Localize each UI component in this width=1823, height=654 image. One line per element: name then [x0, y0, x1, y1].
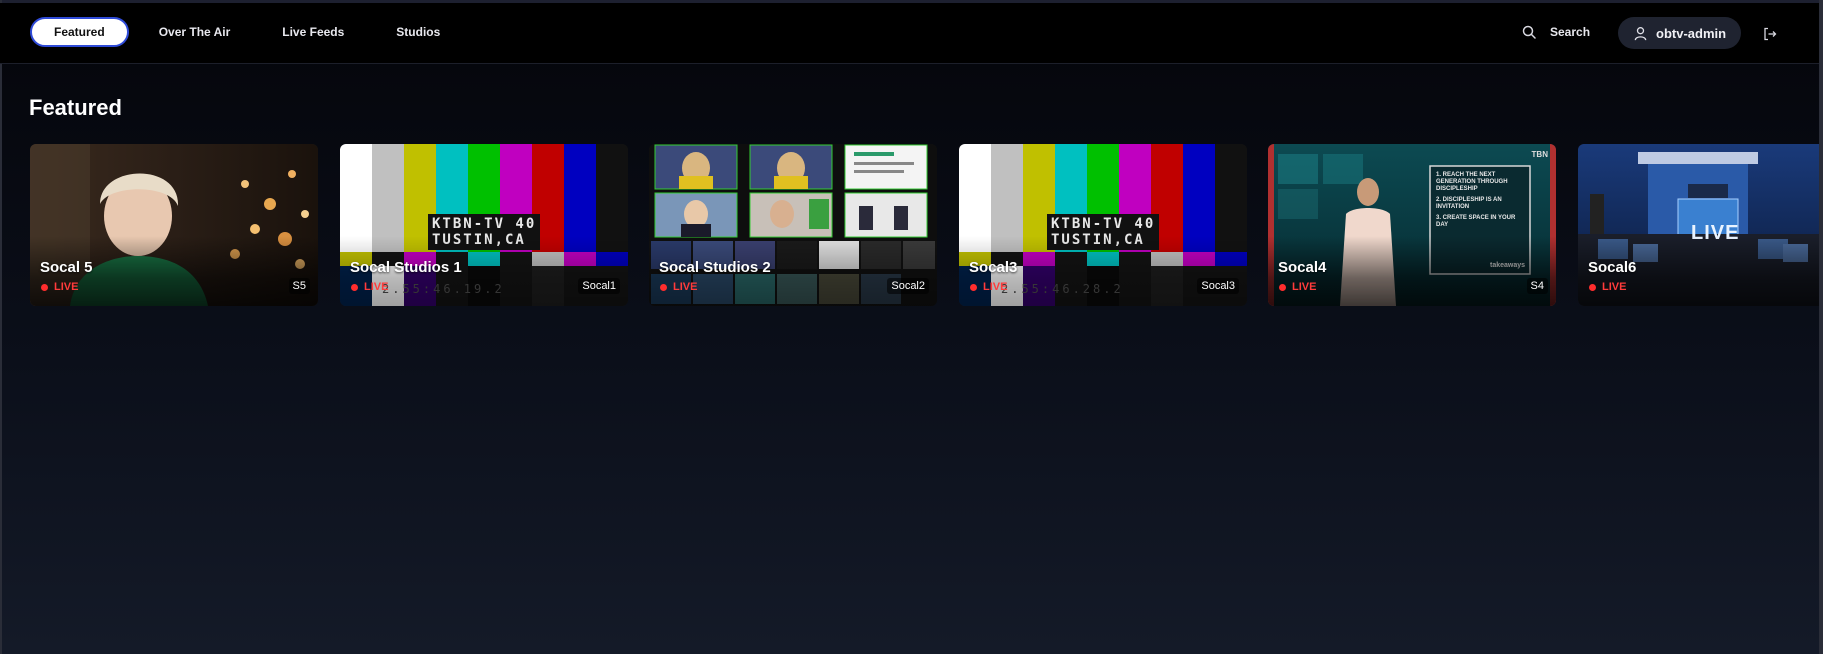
channel-card-socal3[interactable]: KTBN-TV 40TUSTIN,CA 2.55:46.28.2 Socal3 … [959, 144, 1247, 306]
channel-card-socal4[interactable]: 1. REACH THE NEXT GENERATION THROUGH DIS… [1268, 144, 1556, 306]
live-badge: LIVE [351, 281, 388, 293]
section-title: Featured [29, 95, 122, 120]
live-dot-icon [351, 283, 358, 291]
channel-code: S4 [1526, 278, 1548, 294]
card-title: Socal4 [1278, 259, 1327, 276]
channel-code: Socal3 [1197, 278, 1239, 294]
tab-live-feeds[interactable]: Live Feeds [260, 17, 366, 47]
live-dot-icon [970, 283, 977, 291]
channel-card-socal-studios-2[interactable]: Socal Studios 2 LIVE Socal2 [649, 144, 937, 306]
search-icon [1522, 25, 1536, 39]
user-icon [1634, 26, 1647, 40]
search-label: Search [1550, 25, 1591, 39]
logout-button[interactable] [1763, 27, 1777, 46]
user-menu-button[interactable]: obtv-admin [1618, 17, 1741, 49]
live-badge: LIVE [41, 281, 78, 293]
channel-code: S5 [288, 278, 310, 294]
logout-icon [1764, 27, 1777, 41]
channel-code: Socal2 [887, 278, 929, 294]
live-badge: LIVE [970, 281, 1007, 293]
tab-studios[interactable]: Studios [374, 17, 462, 47]
network-bug: TBN [1531, 150, 1548, 159]
card-title: Socal Studios 1 [350, 259, 462, 276]
tab-featured[interactable]: Featured [30, 17, 129, 47]
live-badge: LIVE [1589, 281, 1626, 293]
channel-card-socal6[interactable]: LIVE Socal6 LIVE [1578, 144, 1819, 306]
card-title: Socal Studios 2 [659, 259, 771, 276]
card-title: Socal6 [1588, 259, 1637, 276]
card-title: Socal3 [969, 259, 1018, 276]
top-navigation-bar: Featured Over The Air Live Feeds Studios… [0, 3, 1819, 64]
live-dot-icon [1279, 283, 1286, 291]
live-dot-icon [660, 283, 667, 291]
search-button[interactable]: Search [1522, 25, 1590, 39]
main-nav: Featured Over The Air Live Feeds Studios [30, 17, 470, 47]
channel-card-socal-studios-1[interactable]: KTBN-TV 40TUSTIN,CA 2.55:46.19.2 Socal S… [340, 144, 628, 306]
live-badge: LIVE [660, 281, 697, 293]
tab-over-the-air[interactable]: Over The Air [137, 17, 253, 47]
channel-code: Socal1 [578, 278, 620, 294]
live-dot-icon [1589, 283, 1596, 291]
live-badge: LIVE [1279, 281, 1316, 293]
takeaways-board: 1. REACH THE NEXT GENERATION THROUGH DIS… [1436, 172, 1516, 228]
live-dot-icon [41, 283, 48, 291]
card-title: Socal 5 [40, 259, 93, 276]
user-label: obtv-admin [1656, 25, 1727, 41]
channel-card-socal5[interactable]: Socal 5 LIVE S5 [30, 144, 318, 306]
